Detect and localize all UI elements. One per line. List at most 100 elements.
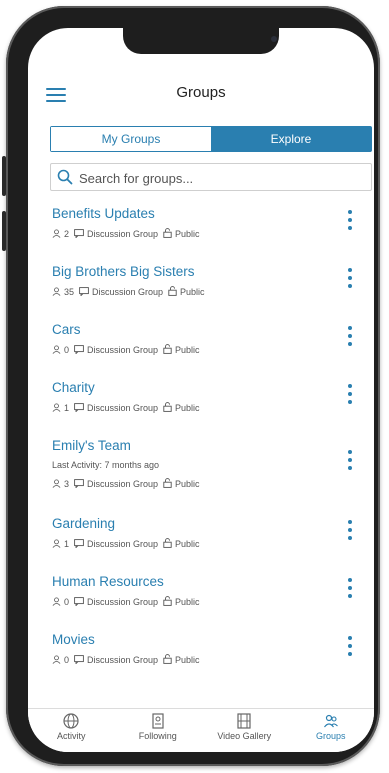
group-name[interactable]: Charity [52, 380, 95, 395]
group-meta: 0 Discussion Group Public [52, 654, 200, 666]
more-options-icon[interactable] [346, 636, 354, 664]
header: Groups [28, 76, 374, 112]
group-name[interactable]: Movies [52, 632, 95, 647]
group-meta: 35 Discussion Group Public [52, 286, 205, 298]
group-type: Discussion Group [92, 287, 164, 297]
group-type: Discussion Group [87, 479, 159, 489]
members-icon [52, 402, 61, 414]
page-title: Groups [176, 84, 226, 101]
group-name[interactable]: Gardening [52, 516, 115, 531]
chat-icon [79, 286, 89, 298]
chat-icon [74, 596, 84, 608]
group-privacy: Public [180, 287, 205, 297]
group-privacy: Public [175, 229, 200, 239]
members-icon [52, 478, 61, 490]
members-icon [52, 596, 61, 608]
chat-icon [74, 538, 84, 550]
group-privacy: Public [175, 597, 200, 607]
group-privacy: Public [175, 655, 200, 665]
group-meta: 0 Discussion Group Public [52, 344, 200, 356]
group-privacy: Public [175, 539, 200, 549]
tab-following-label: Following [138, 731, 177, 741]
tab-following[interactable]: Following [115, 709, 202, 752]
group-type: Discussion Group [87, 229, 159, 239]
lock-icon [163, 402, 172, 414]
tab-video-gallery-label: Video Gallery [217, 731, 272, 741]
lock-icon [163, 478, 172, 490]
lock-icon [163, 654, 172, 666]
group-privacy: Public [175, 479, 200, 489]
group-member-count: 0 [64, 345, 70, 355]
search-bar [50, 163, 372, 191]
members-icon [52, 538, 61, 550]
group-member-count: 35 [64, 287, 75, 297]
more-options-icon[interactable] [346, 578, 354, 606]
group-type: Discussion Group [87, 403, 159, 413]
tab-explore[interactable]: Explore [211, 127, 371, 151]
groups-icon [323, 714, 338, 728]
group-name[interactable]: Benefits Updates [52, 206, 155, 221]
phone-volume-button [2, 211, 6, 251]
phone-side-button [2, 156, 6, 196]
tab-video-gallery[interactable]: Video Gallery [201, 709, 288, 752]
group-name[interactable]: Emily's Team [52, 438, 131, 453]
tab-my-groups[interactable]: My Groups [51, 127, 211, 151]
tab-activity-label: Activity [56, 731, 86, 741]
group-list-item[interactable]: Human Resources 0 Discussion Group Public [28, 568, 374, 628]
members-icon [52, 286, 61, 298]
group-list-item[interactable]: Benefits Updates 2 Discussion Group Public [28, 200, 374, 260]
group-meta: 2 Discussion Group Public [52, 228, 200, 240]
more-options-icon[interactable] [346, 210, 354, 238]
group-member-count: 0 [64, 655, 70, 665]
group-type: Discussion Group [87, 597, 159, 607]
tab-groups-label: Groups [315, 731, 346, 741]
more-options-icon[interactable] [346, 268, 354, 296]
group-type: Discussion Group [87, 539, 159, 549]
group-list-item[interactable]: Cars 0 Discussion Group Public [28, 316, 374, 376]
lock-icon [163, 596, 172, 608]
group-list-item[interactable]: Gardening 1 Discussion Group Public [28, 510, 374, 570]
more-options-icon[interactable] [346, 384, 354, 412]
search-icon [57, 169, 73, 185]
group-privacy: Public [175, 345, 200, 355]
globe-icon [63, 713, 79, 729]
chat-icon [74, 344, 84, 356]
group-member-count: 3 [64, 479, 70, 489]
group-name[interactable]: Cars [52, 322, 81, 337]
chat-icon [74, 478, 84, 490]
group-member-count: 0 [64, 597, 70, 607]
group-list-item[interactable]: Charity 1 Discussion Group Public [28, 374, 374, 434]
group-list-item[interactable]: Big Brothers Big Sisters 35 Discussion Gro… [28, 258, 374, 318]
chat-icon [74, 654, 84, 666]
lock-icon [168, 286, 177, 298]
group-last-activity: Last Activity: 7 months ago [52, 460, 160, 470]
group-member-count: 2 [64, 229, 70, 239]
tab-activity[interactable]: Activity [28, 709, 115, 752]
phone-screen: Groups My Groups Explore Benefits Update… [28, 28, 374, 752]
more-options-icon[interactable] [346, 326, 354, 354]
tab-groups[interactable]: Groups [288, 709, 375, 752]
bottom-tab-bar: Activity Following Video Gallery Groups [28, 708, 374, 752]
chat-icon [74, 228, 84, 240]
phone-notch [123, 28, 279, 54]
members-icon [52, 344, 61, 356]
more-options-icon[interactable] [346, 520, 354, 548]
search-input[interactable] [77, 167, 361, 189]
camera-icon [271, 36, 277, 42]
group-type: Discussion Group [87, 345, 159, 355]
group-meta: 3 Discussion Group Public [52, 478, 200, 490]
members-icon [52, 654, 61, 666]
phone-frame: Groups My Groups Explore Benefits Update… [2, 6, 380, 766]
group-list-item[interactable]: Movies 0 Discussion Group Public [28, 626, 374, 686]
group-meta: 0 Discussion Group Public [52, 596, 200, 608]
following-icon [152, 713, 164, 729]
group-meta: 1 Discussion Group Public [52, 402, 200, 414]
group-name[interactable]: Human Resources [52, 574, 164, 589]
lock-icon [163, 344, 172, 356]
more-options-icon[interactable] [346, 450, 354, 478]
group-list-item[interactable]: Emily's Team Last Activity: 7 months ago 3… [28, 432, 374, 492]
lock-icon [163, 228, 172, 240]
group-member-count: 1 [64, 403, 70, 413]
group-name[interactable]: Big Brothers Big Sisters [52, 264, 195, 279]
chat-icon [74, 402, 84, 414]
